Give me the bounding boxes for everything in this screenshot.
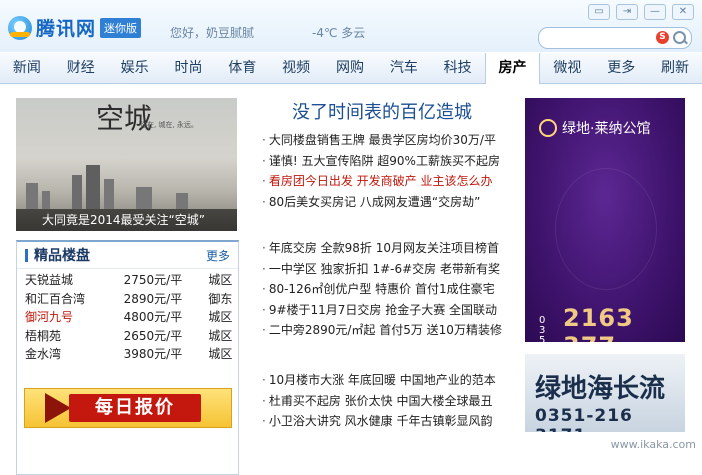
news-list-3: 10月楼市大涨 年底回暖 中国地产业的范本 杜甫买不起房 张价太快 中国大楼全球… <box>262 370 502 432</box>
ad-banner-haichangliu[interactable]: 绿地海长流 0351-216 3171 <box>525 354 685 432</box>
nav-item-finance[interactable]: 财经 <box>54 53 108 83</box>
estate-name[interactable]: 金水湾 <box>25 345 124 364</box>
building-shape <box>42 191 50 209</box>
edition-badge: 迷你版 <box>100 17 142 38</box>
estate-row[interactable]: 梧桐苑 2650元/平 城区 <box>25 327 238 346</box>
minimize-icon[interactable]: — <box>644 4 666 20</box>
building-shape <box>136 187 152 209</box>
news-item[interactable]: 80-126㎡创优户型 特惠价 首付1成住豪宅 <box>262 279 502 300</box>
nav-item-tech[interactable]: 科技 <box>431 53 485 83</box>
main-content: 空城 你在, 城在, 永远。 大同竟是2014最受关注“空城” 精品楼盘 更多 … <box>0 84 702 475</box>
estate-price: 2890元/平 <box>123 291 183 306</box>
app-logo[interactable]: 腾讯网 迷你版 <box>8 14 142 41</box>
ad-banner-lvdi[interactable]: 绿地·莱纳公馆 0351- 2163 377 <box>525 98 685 342</box>
arrow-icon <box>45 393 71 423</box>
building-shape <box>26 183 38 209</box>
daily-price-banner[interactable]: 每日报价 <box>24 388 232 428</box>
brand-emblem-icon <box>539 119 557 137</box>
estates-list: 天锐益城 2750元/平 城区 和汇百合湾 2890元/平 御东 御河九号 48… <box>25 271 238 364</box>
app-name: 腾讯网 <box>36 18 97 40</box>
panel-accent <box>25 248 28 262</box>
estate-price: 3980元/平 <box>123 347 183 362</box>
headline[interactable]: 没了时间表的百亿造城 <box>262 98 502 124</box>
tencent-logo-icon <box>8 15 32 40</box>
estate-name[interactable]: 梧桐苑 <box>25 327 124 346</box>
ad-tel: 2163 377 <box>563 304 634 342</box>
news-item[interactable]: 9#楼于11月7日交房 抢金子大赛 全国联动 <box>262 300 502 321</box>
title-bar: 腾讯网 迷你版 您好，奶豆腻腻 -4℃ 多云 ▭ ⇥ — ✕ S <box>0 0 702 52</box>
estate-district: 城区 <box>208 328 233 343</box>
ad-tel-prefix: 0351- <box>539 315 546 343</box>
building-shape <box>72 175 82 209</box>
photo-subtitle: 你在, 城在, 永远。 <box>140 121 198 129</box>
news-item[interactable]: 谨慎! 五大宣传陷阱 超90%工薪族买不起房 <box>262 151 502 172</box>
sogou-icon: S <box>656 31 669 44</box>
estate-district: 城区 <box>208 273 233 287</box>
estate-district: 御东 <box>208 291 233 306</box>
estate-row[interactable]: 金水湾 3980元/平 城区 <box>25 345 238 364</box>
ad-brand: 绿地·莱纳公馆 <box>539 118 650 138</box>
nav-item-house[interactable]: 房产 <box>484 52 541 84</box>
more-link[interactable]: 更多 <box>206 247 230 264</box>
nav-item-auto[interactable]: 汽车 <box>377 53 431 83</box>
nav-item-shopping[interactable]: 网购 <box>323 53 377 83</box>
watermark: www.ikaka.com <box>610 438 696 451</box>
banner-label: 每日报价 <box>69 394 201 422</box>
building-shape <box>176 193 188 209</box>
estate-price: 2650元/平 <box>123 328 183 343</box>
nav-item-weishi[interactable]: 微视 <box>540 53 594 83</box>
estates-panel: 精品楼盘 更多 天锐益城 2750元/平 城区 和汇百合湾 2890元/平 御东… <box>16 240 239 475</box>
news-item[interactable]: 10月楼市大涨 年底回暖 中国地产业的范本 <box>262 370 502 391</box>
search-icon[interactable] <box>673 31 686 44</box>
news-item[interactable]: 看房团今日出发 开发商破产 业主该怎么办 <box>262 171 502 192</box>
estate-district: 城区 <box>208 310 233 325</box>
ad-brand-name: 绿地·莱纳公馆 <box>562 121 651 137</box>
estate-row[interactable]: 天锐益城 2750元/平 城区 <box>25 271 238 290</box>
photo-caption[interactable]: 大同竟是2014最受关注“空城” <box>16 209 237 231</box>
estate-row[interactable]: 和汇百合湾 2890元/平 御东 <box>25 290 238 309</box>
user-greeting[interactable]: 您好，奶豆腻腻 <box>170 24 254 41</box>
estate-name[interactable]: 和汇百合湾 <box>25 290 124 309</box>
nav-item-refresh[interactable]: 刷新 <box>648 53 702 83</box>
news-list-1: 大同楼盘销售王牌 最贵学区房均价30万/平 谨慎! 五大宣传陷阱 超90%工薪族… <box>262 130 502 212</box>
news-item[interactable]: 小卫浴大讲究 风水健康 千年古镇彰显风韵 <box>262 411 502 432</box>
panel-title: 精品楼盘 <box>34 248 90 264</box>
estate-district: 城区 <box>208 347 233 362</box>
nav-item-entertainment[interactable]: 娱乐 <box>108 53 162 83</box>
news-list-2: 年底交房 全款98折 10月网友关注项目榜首 一中学区 独家折扣 1#-6#交房… <box>262 238 502 341</box>
news-item[interactable]: 二中旁2890元/㎡起 首付5万 送10万精装修 <box>262 320 502 341</box>
estate-price: 4800元/平 <box>123 310 183 325</box>
nav-bar: 新闻 财经 娱乐 时尚 体育 视频 网购 汽车 科技 房产 微视 更多 刷新 <box>0 52 702 84</box>
news-item[interactable]: 大同楼盘销售王牌 最贵学区房均价30万/平 <box>262 130 502 151</box>
close-icon[interactable]: ✕ <box>672 4 694 20</box>
pin-icon[interactable]: ⇥ <box>616 4 638 20</box>
weather-info[interactable]: -4℃ 多云 <box>312 24 365 41</box>
building-shape <box>104 179 114 209</box>
ad2-name: 绿地海长流 <box>535 374 666 404</box>
nav-item-news[interactable]: 新闻 <box>0 53 54 83</box>
panel-header: 精品楼盘 更多 <box>17 242 238 269</box>
feature-photo[interactable]: 空城 你在, 城在, 永远。 大同竟是2014最受关注“空城” <box>16 98 237 231</box>
estate-name[interactable]: 御河九号 <box>25 308 124 327</box>
nav-item-video[interactable]: 视频 <box>269 53 323 83</box>
news-item[interactable]: 80后美女买房记 八成网友遭遇“交房劫” <box>262 192 502 213</box>
estate-price: 2750元/平 <box>123 273 183 287</box>
estate-row[interactable]: 御河九号 4800元/平 城区 <box>25 308 238 327</box>
search-input[interactable]: S <box>538 27 692 49</box>
estate-name[interactable]: 天锐益城 <box>25 271 124 290</box>
nav-item-sports[interactable]: 体育 <box>215 53 269 83</box>
restore-icon[interactable]: ▭ <box>588 4 610 20</box>
nav-item-fashion[interactable]: 时尚 <box>162 53 216 83</box>
window-controls: ▭ ⇥ — ✕ <box>588 4 694 20</box>
nav-item-more[interactable]: 更多 <box>594 53 648 83</box>
building-shape <box>86 165 100 209</box>
ad-pattern <box>555 168 657 290</box>
ad2-tel: 0351-216 3171 <box>535 406 633 432</box>
news-item[interactable]: 杜甫买不起房 张价太快 中国大楼全球最丑 <box>262 391 502 412</box>
news-item[interactable]: 一中学区 独家折扣 1#-6#交房 老带新有奖 <box>262 259 502 280</box>
news-item[interactable]: 年底交房 全款98折 10月网友关注项目榜首 <box>262 238 502 259</box>
